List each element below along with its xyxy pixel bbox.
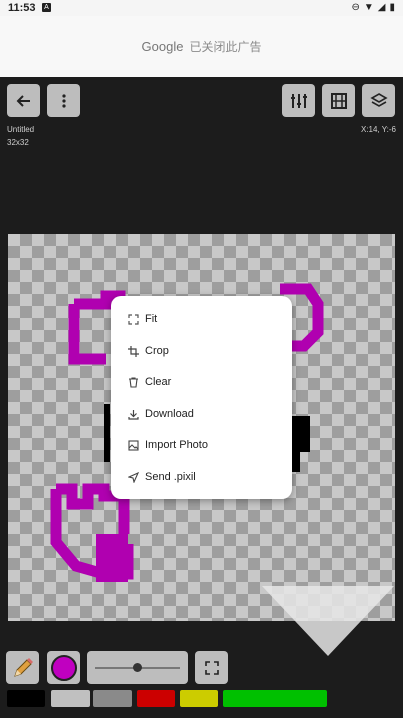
color-picker-button[interactable] xyxy=(47,651,80,684)
fullscreen-button[interactable] xyxy=(195,651,228,684)
menu-item-label: Download xyxy=(145,408,194,420)
doc-info: Untitled 32x32 xyxy=(7,123,34,149)
battery-icon: ▮ xyxy=(389,2,395,13)
palette-swatch[interactable] xyxy=(7,690,45,707)
pencil-tool-button[interactable] xyxy=(6,651,39,684)
doc-size: 32x32 xyxy=(7,138,29,147)
more-button[interactable] xyxy=(47,84,80,117)
gesture-overlay xyxy=(262,586,394,656)
fit-icon xyxy=(128,313,139,325)
layers-icon xyxy=(369,92,388,107)
status-icons: ⊖ ▼ ◢ ▮ xyxy=(351,2,395,13)
status-time: 11:53 xyxy=(8,2,36,14)
palette-swatch[interactable] xyxy=(223,690,327,707)
frames-button[interactable] xyxy=(322,84,355,117)
film-icon xyxy=(330,92,347,109)
menu-item-label: Fit xyxy=(145,313,158,325)
crop-icon xyxy=(128,345,139,357)
palette-swatch[interactable] xyxy=(137,690,175,707)
menu-item-download[interactable]: Download xyxy=(111,399,292,429)
tune-icon xyxy=(290,93,307,108)
image-icon xyxy=(128,439,139,451)
ad-closed-text: 已关闭此广告 xyxy=(189,40,262,54)
fullscreen-icon xyxy=(204,660,219,675)
menu-item-fit[interactable]: Fit xyxy=(111,304,292,334)
menu-item-label: Send .pixil xyxy=(145,471,196,483)
palette-swatch[interactable] xyxy=(51,690,90,707)
notification-icon: A xyxy=(42,3,51,12)
menu-item-label: Crop xyxy=(145,345,169,357)
status-bar: 11:53 A ⊖ ▼ ◢ ▮ xyxy=(0,0,403,16)
menu-item-import-photo[interactable]: Import Photo xyxy=(111,430,292,460)
more-vert-icon xyxy=(61,93,66,108)
ad-brand: Google xyxy=(141,39,184,54)
palette-swatch[interactable] xyxy=(180,690,218,707)
menu-item-crop[interactable]: Crop xyxy=(111,336,292,366)
signal-icon: ◢ xyxy=(377,2,386,13)
wifi-icon: ▼ xyxy=(363,2,374,13)
canvas-context-menu: Fit Crop Clear Download Import Photo Sen… xyxy=(111,296,292,499)
dnd-icon: ⊖ xyxy=(351,2,360,13)
back-button[interactable] xyxy=(7,84,40,117)
pencil-icon xyxy=(13,657,33,677)
menu-item-send-pixil[interactable]: Send .pixil xyxy=(111,462,292,492)
menu-item-label: Clear xyxy=(145,376,172,388)
cursor-coords: X:14, Y:-6 xyxy=(361,125,396,134)
current-color-swatch xyxy=(50,654,77,681)
adjust-button[interactable] xyxy=(282,84,315,117)
brush-size-slider[interactable] xyxy=(87,651,188,684)
download-icon xyxy=(128,409,139,420)
trash-icon xyxy=(128,376,139,388)
menu-item-label: Import Photo xyxy=(145,439,208,451)
back-arrow-icon xyxy=(16,94,30,107)
menu-item-clear[interactable]: Clear xyxy=(111,367,292,397)
ad-banner[interactable]: Google 已关闭此广告 xyxy=(0,16,403,77)
layers-button[interactable] xyxy=(362,84,395,117)
send-icon xyxy=(128,471,139,483)
slider-thumb[interactable] xyxy=(133,663,142,672)
doc-name: Untitled xyxy=(7,125,35,134)
palette-swatch[interactable] xyxy=(93,690,132,707)
